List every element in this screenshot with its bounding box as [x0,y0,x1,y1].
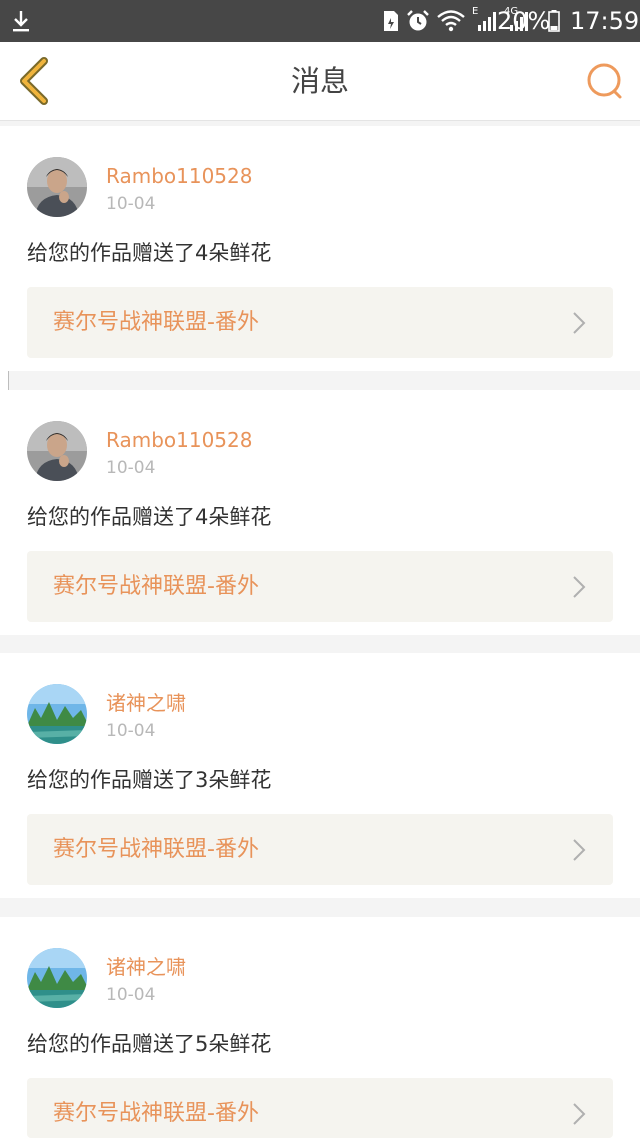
clock-time: 17:59 [570,7,640,35]
work-title: 赛尔号战神联盟-番外 [53,1101,259,1126]
chevron-right-icon [573,576,586,598]
avatar[interactable] [27,948,87,1008]
message-card: Rambo110528 10-04 给您的作品赠送了4朵鲜花 赛尔号战神联盟-番… [0,126,640,371]
message-date: 10-04 [106,721,156,741]
battery-percent: 20% [497,7,551,35]
message-text: 给您的作品赠送了5朵鲜花 [27,1032,272,1056]
message-card: 诸神之啸 10-04 给您的作品赠送了5朵鲜花 赛尔号战神联盟-番外 [0,917,640,1138]
work-link[interactable]: 赛尔号战神联盟-番外 [27,287,613,358]
work-link[interactable]: 赛尔号战神联盟-番外 [27,551,613,622]
message-text: 给您的作品赠送了4朵鲜花 [27,505,272,529]
work-title: 赛尔号战神联盟-番外 [53,574,259,599]
wifi-icon [437,10,465,32]
signal-e-icon: E [472,6,498,33]
work-link[interactable]: 赛尔号战神联盟-番外 [27,814,613,885]
person-photo-icon [27,157,87,217]
landscape-photo-icon [27,948,87,1008]
header-bar: 消息 [0,42,640,121]
message-text: 给您的作品赠送了3朵鲜花 [27,768,272,792]
username[interactable]: Rambo110528 [106,163,252,189]
chevron-right-icon [573,312,586,334]
message-date: 10-04 [106,985,156,1005]
message-date: 10-04 [106,194,156,214]
username[interactable]: 诸神之啸 [106,690,186,716]
alarm-icon [407,10,429,31]
status-bar: E 4G 20% 17:59 [0,0,640,42]
message-text: 给您的作品赠送了4朵鲜花 [27,241,272,265]
download-icon [13,11,29,32]
battery-icon [548,10,560,32]
avatar[interactable] [27,421,87,481]
message-card: Rambo110528 10-04 给您的作品赠送了4朵鲜花 赛尔号战神联盟-番… [0,390,640,635]
work-title: 赛尔号战神联盟-番外 [53,310,259,335]
chevron-right-icon [573,839,586,861]
message-date: 10-04 [106,458,156,478]
chevron-right-icon [573,1103,586,1125]
landscape-photo-icon [27,684,87,744]
work-title: 赛尔号战神联盟-番外 [53,837,259,862]
username[interactable]: Rambo110528 [106,427,252,453]
work-link[interactable]: 赛尔号战神联盟-番外 [27,1078,613,1138]
avatar[interactable] [27,684,87,744]
sd-card-icon [384,11,398,31]
search-icon[interactable] [584,60,626,102]
page-title: 消息 [290,64,349,98]
username[interactable]: 诸神之啸 [106,954,186,980]
message-card: 诸神之啸 10-04 给您的作品赠送了3朵鲜花 赛尔号战神联盟-番外 [0,653,640,898]
person-photo-icon [27,421,87,481]
avatar[interactable] [27,157,87,217]
